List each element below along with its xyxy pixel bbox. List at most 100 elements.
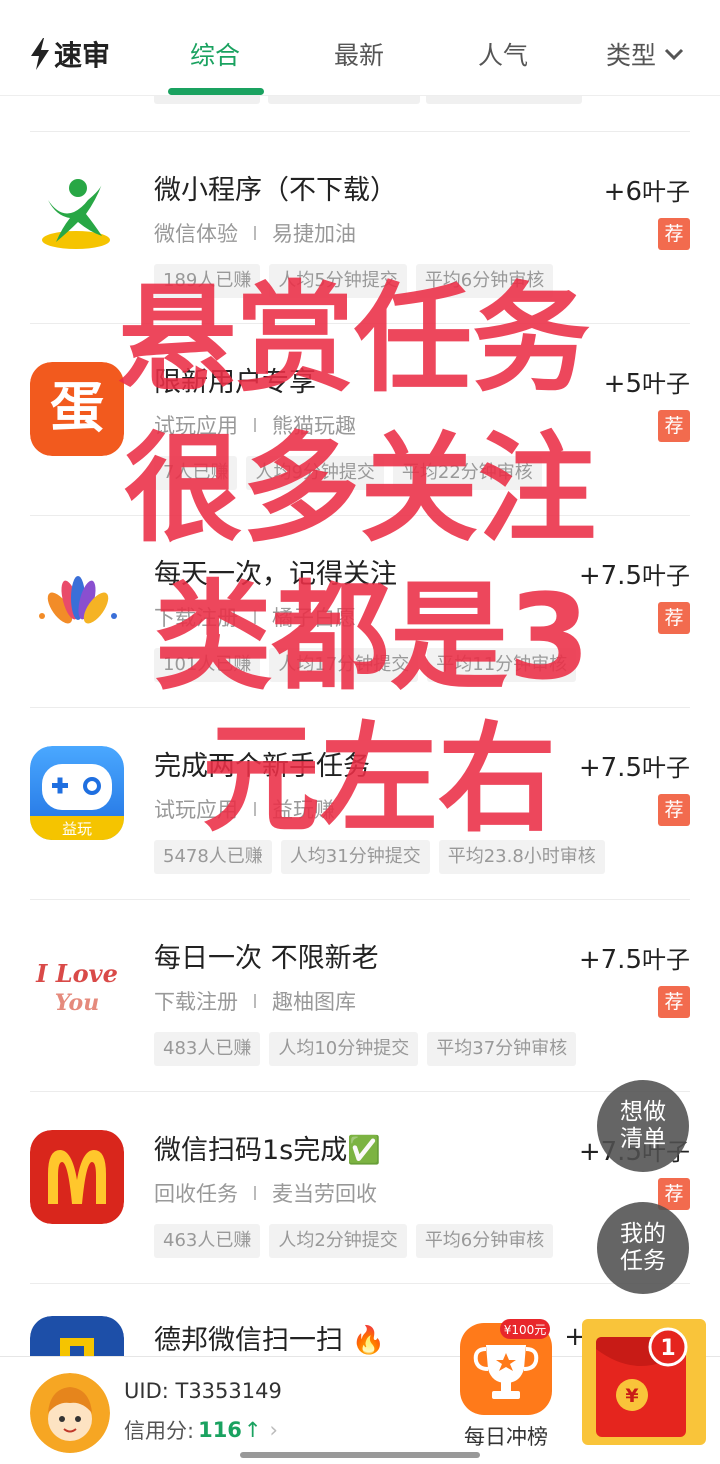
wishlist-label: 想做清单 — [620, 1099, 666, 1152]
task-meta: 回收任务 麦当劳回收 — [154, 1178, 377, 1208]
stat-chip: 人均31分钟提交 — [280, 840, 430, 874]
task-meta: 下载注册 趣柚图库 — [154, 986, 356, 1016]
bottom-bar: UID: T3353149 信用分: 116 ↑ › ¥100元 每日冲榜 ¥ — [0, 1319, 720, 1464]
divider — [254, 1186, 256, 1200]
credit-score[interactable]: 信用分: 116 ↑ › — [124, 1415, 278, 1445]
previous-card-chip — [426, 96, 582, 104]
task-meta: 微信体验 易捷加油 — [154, 218, 356, 248]
daily-rank-button[interactable]: ¥100元 每日冲榜 — [456, 1319, 556, 1459]
credit-label: 信用分: — [124, 1419, 195, 1443]
divider — [254, 610, 256, 624]
stat-chip: 平均37分钟审核 — [427, 1032, 577, 1066]
recommended-badge: 荐 — [658, 986, 690, 1018]
task-card[interactable]: 蛋 限新用户专享 +5叶子 试玩应用 熊猫玩趣 荐 7人已赚 人均9分钟提交 平均… — [30, 323, 690, 515]
my-tasks-button[interactable]: 我的任务 — [597, 1202, 689, 1294]
colorful-petals-icon — [30, 554, 124, 648]
task-category: 下载注册 — [154, 990, 238, 1014]
task-card[interactable]: 益玩 完成两个新手任务 +7.5叶子 试玩应用 益玩赚 荐 5478人已赚 人均3… — [30, 707, 690, 899]
recommended-badge: 荐 — [658, 602, 690, 634]
task-reward: +7.5叶子 — [579, 748, 690, 783]
reward-amount: +7.5 — [578, 561, 642, 591]
task-card[interactable]: I Love You 每日一次 不限新老 +7.5叶子 下载注册 趣柚图库 荐 4… — [30, 899, 690, 1091]
stat-chip: 人均17分钟提交 — [269, 648, 419, 682]
task-reward: +7.5叶子 — [579, 556, 690, 591]
reward-unit: 叶子 — [642, 370, 690, 398]
previous-card-chip — [154, 96, 260, 104]
task-merchant: 橘子白愿 — [272, 606, 356, 630]
active-tab-indicator — [168, 88, 264, 95]
task-reward: +7.5叶子 — [579, 940, 690, 975]
wishlist-button[interactable]: 想做清单 — [597, 1080, 689, 1172]
home-indicator[interactable] — [240, 1452, 480, 1458]
task-title: 微信扫码1s完成✅ — [154, 1135, 381, 1166]
my-tasks-label: 我的任务 — [620, 1221, 666, 1274]
task-category: 回收任务 — [154, 1182, 238, 1206]
task-title: 微小程序（不下载） — [154, 175, 397, 206]
task-title: 完成两个新手任务 — [154, 751, 370, 782]
divider — [254, 418, 256, 432]
svg-text:蛋: 蛋 — [50, 376, 104, 439]
trophy-icon: ¥100元 — [460, 1319, 552, 1415]
stat-chip: 平均6分钟审核 — [415, 264, 554, 298]
mcdonalds-icon — [30, 1130, 124, 1224]
task-stats: 5478人已赚 人均31分钟提交 平均23.8小时审核 — [154, 840, 614, 874]
rank-prize-badge: ¥100元 — [504, 1323, 547, 1337]
tab-popular[interactable]: 人气 — [478, 36, 528, 72]
credit-value: 116 — [198, 1418, 242, 1442]
icon-label: 益玩 — [62, 820, 92, 838]
task-card[interactable]: 微信扫码1s完成✅ +7.5叶子 回收任务麦当劳回收 荐 463人已赚 人均2分… — [30, 1091, 690, 1283]
app-logo: 速审 — [28, 34, 110, 74]
task-meta: 下载注册 橘子白愿 — [154, 602, 356, 632]
tab-latest[interactable]: 最新 — [334, 36, 384, 72]
task-category: 试玩应用 — [154, 798, 238, 822]
yuan-symbol: ¥ — [625, 1385, 638, 1407]
stat-chip: 人均2分钟提交 — [269, 1224, 407, 1258]
task-stats: 189人已赚 人均5分钟提交 平均6分钟审核 — [154, 264, 562, 298]
task-card[interactable]: 微小程序（不下载） +6叶子 微信体验 易捷加油 荐 189人已赚 人均5分钟提交… — [30, 131, 690, 323]
daily-rank-label: 每日冲榜 — [464, 1425, 548, 1449]
chevron-down-icon — [664, 48, 684, 61]
task-meta: 试玩应用 熊猫玩趣 — [154, 410, 356, 440]
stat-chip: 平均22分钟审核 — [392, 456, 542, 490]
stat-chip: 平均23.8小时审核 — [438, 840, 605, 874]
user-uid: UID: T3353149 — [124, 1379, 282, 1403]
stat-chip: 人均5分钟提交 — [269, 264, 407, 298]
task-reward: +5叶子 — [604, 364, 690, 399]
task-stats: 483人已赚 人均10分钟提交 平均37分钟审核 — [154, 1032, 585, 1066]
tab-type[interactable]: 类型 — [606, 36, 684, 72]
lightning-icon — [31, 38, 49, 70]
redpack-count: 1 — [660, 1336, 675, 1361]
stat-chip: 463人已赚 — [154, 1224, 261, 1258]
recommended-badge: 荐 — [658, 794, 690, 826]
stat-chip: 7人已赚 — [154, 456, 238, 490]
reward-unit: 叶子 — [642, 562, 690, 590]
task-card[interactable]: 每天一次，记得关注 +7.5叶子 下载注册 橘子白愿 荐 101人已赚 人均17分… — [30, 515, 690, 707]
i-love-you-icon: I Love You — [30, 938, 124, 1032]
red-envelope-button[interactable]: ¥ 1 — [582, 1319, 706, 1445]
chevron-right-icon: › — [269, 1418, 278, 1442]
gamepad-app-icon: 益玩 — [30, 746, 124, 840]
task-stats: 7人已赚 人均9分钟提交 平均22分钟审核 — [154, 456, 551, 490]
task-merchant: 易捷加油 — [272, 222, 356, 246]
task-reward: +6叶子 — [604, 172, 690, 207]
task-merchant: 麦当劳回收 — [272, 1182, 377, 1206]
reward-unit: 叶子 — [642, 946, 690, 974]
divider — [254, 994, 256, 1008]
stat-chip: 5478人已赚 — [154, 840, 272, 874]
tab-type-label: 类型 — [606, 41, 657, 70]
tab-comprehensive[interactable]: 综合 — [190, 36, 240, 72]
stat-chip: 483人已赚 — [154, 1032, 261, 1066]
recommended-badge: 荐 — [658, 410, 690, 442]
up-arrow-icon: ↑ — [243, 1418, 262, 1442]
avatar[interactable] — [30, 1373, 110, 1453]
svg-text:I Love: I Love — [35, 959, 118, 988]
reward-unit: 叶子 — [642, 178, 690, 206]
task-title: 德邦微信扫一扫 🔥 — [154, 1325, 386, 1356]
recommended-badge: 荐 — [658, 1178, 690, 1210]
red-envelope-icon: ¥ 1 — [582, 1319, 706, 1445]
reward-amount: +7.5 — [578, 945, 642, 975]
task-merchant: 熊猫玩趣 — [272, 414, 356, 438]
reward-amount: +7.5 — [578, 753, 642, 783]
stat-chip: 平均11分钟审核 — [427, 648, 577, 682]
task-stats: 101人已赚 人均17分钟提交 平均11分钟审核 — [154, 648, 585, 682]
